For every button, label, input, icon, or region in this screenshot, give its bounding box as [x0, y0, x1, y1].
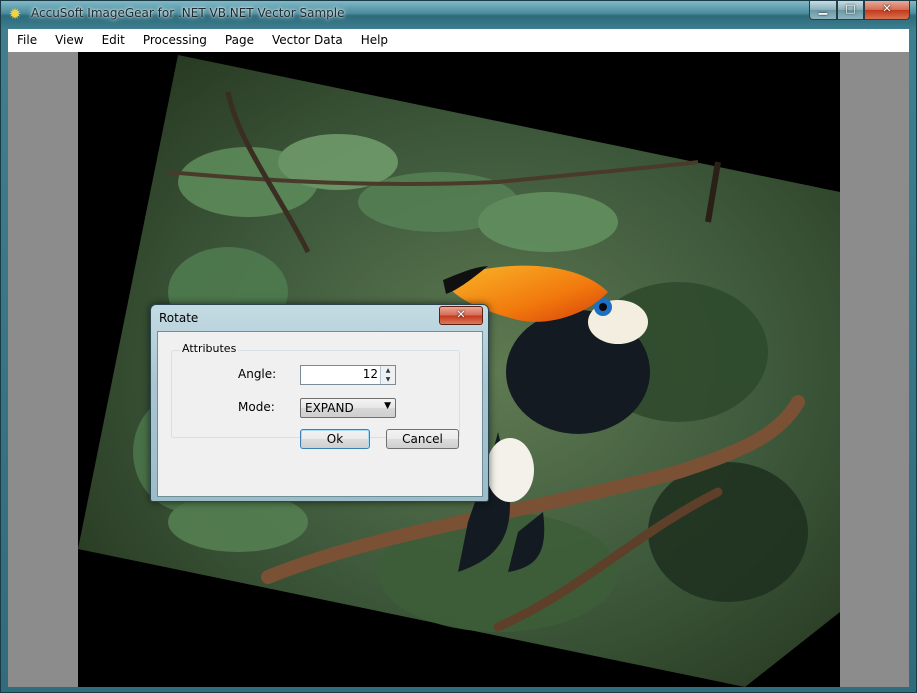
minimize-icon: ▁	[818, 2, 828, 15]
title-bar[interactable]: ✹ AccuSoft ImageGear for .NET VB.NET Vec…	[1, 1, 916, 28]
maximize-button[interactable]: □	[837, 1, 864, 20]
angle-value[interactable]: 12	[363, 367, 378, 381]
spin-down-icon[interactable]: ▼	[381, 375, 395, 384]
close-icon: ✕	[882, 2, 892, 15]
maximize-icon: □	[845, 2, 856, 15]
gear-icon[interactable]: ✹	[7, 6, 23, 22]
menu-vector-data[interactable]: Vector Data	[263, 29, 352, 52]
close-icon: ✕	[456, 308, 466, 321]
chevron-down-icon[interactable]: ▼	[384, 401, 391, 411]
angle-spinbox[interactable]: 12 ▲ ▼	[300, 365, 396, 385]
attributes-group: Attributes Angle: 12 ▲ ▼ Mode: EXPAND ▼	[171, 342, 460, 438]
mode-value: EXPAND	[305, 401, 354, 415]
menu-processing[interactable]: Processing	[134, 29, 216, 52]
mode-dropdown[interactable]: EXPAND ▼	[300, 398, 396, 418]
minimize-button[interactable]: ▁	[809, 1, 837, 20]
dialog-body: Attributes Angle: 12 ▲ ▼ Mode: EXPAND ▼ …	[157, 331, 483, 497]
cancel-button[interactable]: Cancel	[386, 429, 459, 449]
mode-label: Mode:	[238, 400, 275, 414]
menu-edit[interactable]: Edit	[93, 29, 134, 52]
menu-bar: File View Edit Processing Page Vector Da…	[8, 29, 909, 52]
menu-help[interactable]: Help	[352, 29, 397, 52]
dialog-title: Rotate	[159, 311, 199, 325]
menu-page[interactable]: Page	[216, 29, 263, 52]
angle-spin-buttons: ▲ ▼	[380, 366, 395, 384]
window-controls: ▁ □ ✕	[809, 1, 910, 20]
ok-button[interactable]: Ok	[300, 429, 370, 449]
angle-label: Angle:	[238, 367, 277, 381]
rotate-dialog: Rotate ✕ Attributes Angle: 12 ▲ ▼ Mode: …	[150, 304, 489, 502]
group-label: Attributes	[180, 342, 239, 355]
spin-up-icon[interactable]: ▲	[381, 366, 395, 375]
dialog-close-button[interactable]: ✕	[439, 306, 483, 325]
window-title: AccuSoft ImageGear for .NET VB.NET Vecto…	[31, 6, 345, 20]
menu-file[interactable]: File	[8, 29, 46, 52]
menu-view[interactable]: View	[46, 29, 92, 52]
close-button[interactable]: ✕	[864, 1, 910, 20]
